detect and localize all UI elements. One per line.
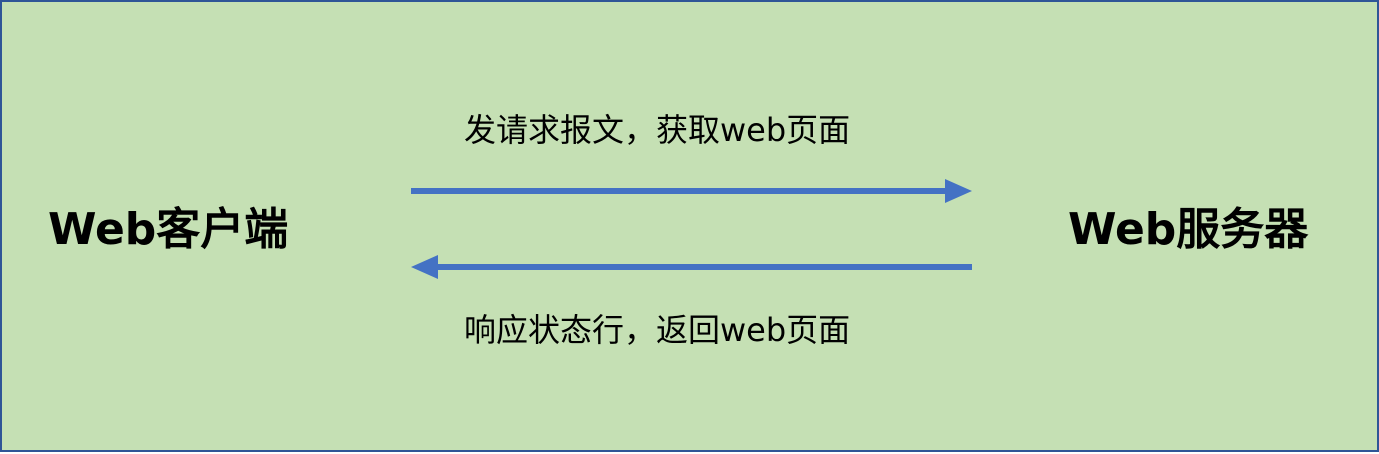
server-node-label: Web服务器: [1068, 204, 1309, 255]
response-message-label: 响应状态行，返回web页面: [464, 311, 851, 349]
client-node-label: Web客户端: [48, 204, 289, 255]
response-arrow: [411, 255, 972, 279]
request-arrow: [411, 179, 972, 203]
request-message-label: 发请求报文，获取web页面: [464, 111, 851, 149]
diagram-canvas: Web客户端 Web服务器 发请求报文，获取web页面 响应状态行，返回web页…: [0, 0, 1379, 452]
